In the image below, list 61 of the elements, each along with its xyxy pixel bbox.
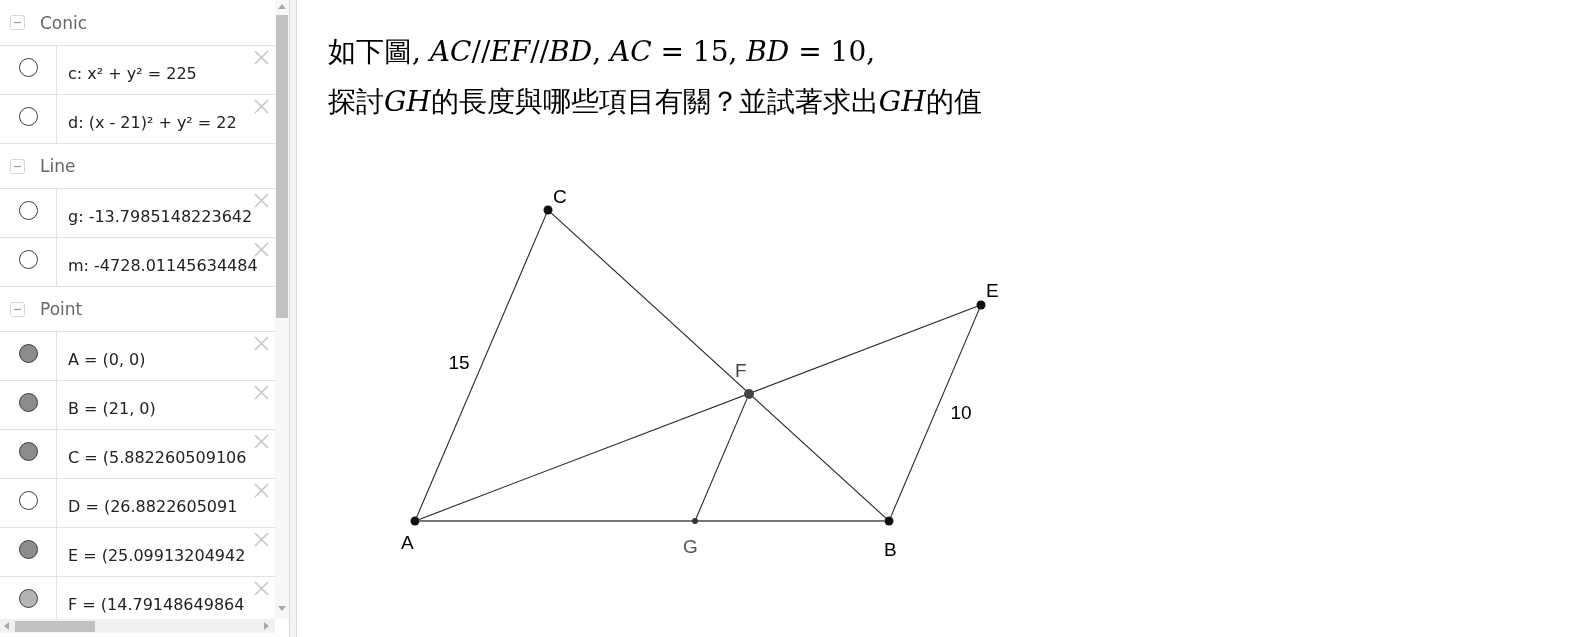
visibility-toggle-icon[interactable] bbox=[18, 58, 38, 77]
point-dot bbox=[410, 516, 420, 526]
visibility-toggle-icon[interactable] bbox=[18, 107, 38, 126]
algebra-item[interactable]: c: x² + y² = 225 bbox=[68, 64, 197, 83]
group-title: Conic bbox=[40, 12, 88, 33]
algebra-item[interactable]: F = (14.79148649864 bbox=[68, 595, 245, 614]
horizontal-scrollbar[interactable] bbox=[0, 619, 275, 633]
point-label: E bbox=[986, 280, 999, 301]
algebra-item[interactable]: A = (0, 0) bbox=[68, 350, 146, 369]
delete-icon[interactable] bbox=[254, 50, 269, 65]
visibility-toggle-icon[interactable] bbox=[18, 201, 38, 220]
point-dot bbox=[884, 516, 894, 526]
algebra-item[interactable]: B = (21, 0) bbox=[68, 399, 156, 418]
point-label: B bbox=[884, 539, 897, 560]
visibility-toggle-icon[interactable] bbox=[18, 540, 38, 559]
delete-icon[interactable] bbox=[254, 99, 269, 114]
problem-text: 探討GH的長度與哪些項目有關？並試著求出GH的值 bbox=[328, 85, 982, 118]
algebra-item[interactable]: C = (5.882260509106 bbox=[68, 448, 247, 467]
algebra-item[interactable]: g: -13.7985148223642 bbox=[68, 207, 253, 226]
point-dot bbox=[744, 389, 754, 399]
collapse-icon[interactable] bbox=[10, 15, 25, 30]
length-label: 10 bbox=[950, 402, 972, 423]
delete-icon[interactable] bbox=[254, 434, 269, 449]
length-label: 15 bbox=[448, 352, 470, 373]
point-label: A bbox=[401, 532, 414, 553]
visibility-toggle-icon[interactable] bbox=[18, 344, 38, 363]
delete-icon[interactable] bbox=[254, 385, 269, 400]
scroll-down-icon[interactable] bbox=[278, 606, 286, 611]
algebra-item[interactable]: E = (25.09913204942 bbox=[68, 546, 246, 565]
algebra-item[interactable]: d: (x - 21)² + y² = 22 bbox=[68, 113, 237, 132]
collapse-icon[interactable] bbox=[10, 158, 25, 174]
vertical-scrollbar[interactable] bbox=[275, 0, 289, 619]
visibility-toggle-icon[interactable] bbox=[18, 250, 38, 269]
delete-icon[interactable] bbox=[254, 193, 269, 208]
point-label: G bbox=[683, 536, 698, 557]
algebra-item[interactable]: m: -4728.01145634484 bbox=[68, 256, 258, 275]
visibility-toggle-icon[interactable] bbox=[18, 491, 38, 510]
scroll-up-icon[interactable] bbox=[278, 4, 286, 9]
point-label: F bbox=[735, 360, 747, 381]
point-dot bbox=[543, 205, 553, 215]
delete-icon[interactable] bbox=[254, 242, 269, 257]
point-dot bbox=[976, 300, 986, 310]
collapse-icon[interactable] bbox=[10, 301, 25, 317]
visibility-toggle-icon[interactable] bbox=[18, 442, 38, 461]
algebra-item[interactable]: D = (26.8822605091 bbox=[68, 497, 238, 516]
problem-text: 如下圖, AC//EF//BD, AC = 15, BD = 10, bbox=[328, 35, 876, 68]
visibility-toggle-icon[interactable] bbox=[18, 393, 38, 412]
delete-icon[interactable] bbox=[254, 336, 269, 351]
delete-icon[interactable] bbox=[254, 483, 269, 498]
point-label: C bbox=[553, 186, 567, 207]
group-title: Point bbox=[40, 299, 83, 319]
delete-icon[interactable] bbox=[254, 581, 269, 596]
scrollbar-thumb[interactable] bbox=[276, 15, 288, 318]
scrollbar-thumb[interactable] bbox=[15, 621, 95, 632]
group-title: Line bbox=[40, 156, 76, 176]
splitter-bar[interactable] bbox=[289, 0, 297, 637]
delete-icon[interactable] bbox=[254, 532, 269, 547]
scroll-right-icon[interactable] bbox=[264, 622, 269, 630]
scroll-left-icon[interactable] bbox=[4, 622, 9, 630]
point-dot bbox=[692, 518, 698, 524]
visibility-toggle-icon[interactable] bbox=[18, 589, 38, 608]
